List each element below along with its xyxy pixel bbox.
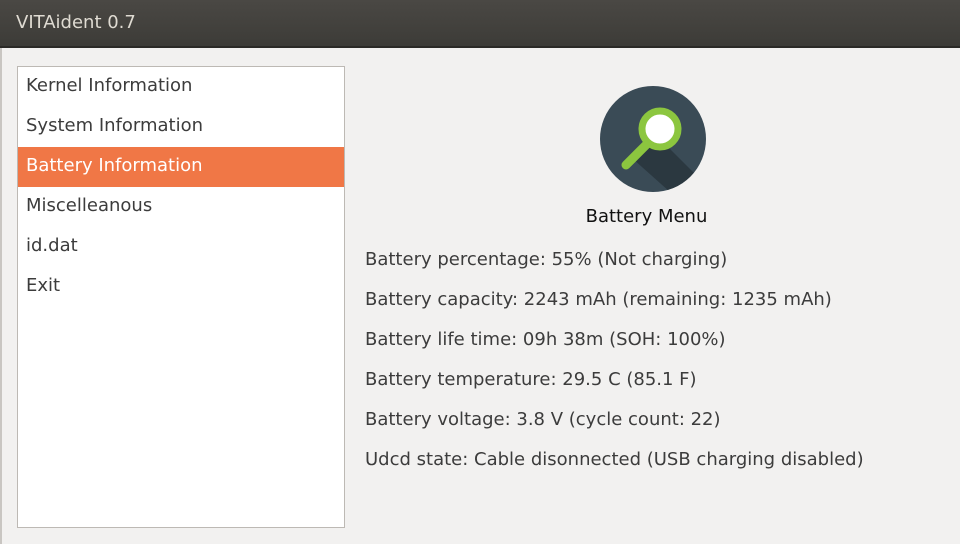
menu-item-id-dat[interactable]: id.dat (18, 227, 344, 267)
battery-info-list: Battery percentage: 55% (Not charging) B… (365, 246, 864, 486)
menu-item-exit[interactable]: Exit (18, 267, 344, 307)
battery-temperature-text: Battery temperature: 29.5 C (85.1 F) (365, 369, 697, 390)
battery-percentage-text: Battery percentage: 55% (Not charging) (365, 249, 728, 270)
menu-list[interactable]: Kernel Information System Information Ba… (17, 66, 345, 528)
battery-panel: Battery Menu Battery percentage: 55% (No… (345, 48, 960, 544)
window-title: VITAident 0.7 (16, 12, 136, 33)
battery-capacity-text: Battery capacity: 2243 mAh (remaining: 1… (365, 289, 832, 310)
title-bar: VITAident 0.7 (0, 0, 960, 48)
menu-item-battery-information[interactable]: Battery Information (18, 147, 344, 187)
menu-item-system-information[interactable]: System Information (18, 107, 344, 147)
battery-life-time-text: Battery life time: 09h 38m (SOH: 100%) (365, 329, 726, 350)
magnifier-icon (600, 86, 706, 192)
menu-item-miscellaneous[interactable]: Miscelleanous (18, 187, 344, 227)
battery-voltage-text: Battery voltage: 3.8 V (cycle count: 22) (365, 409, 721, 430)
menu-item-kernel-information[interactable]: Kernel Information (18, 67, 344, 107)
battery-menu-title: Battery Menu (585, 206, 708, 227)
udcd-state-text: Udcd state: Cable disonnected (USB charg… (365, 449, 864, 470)
